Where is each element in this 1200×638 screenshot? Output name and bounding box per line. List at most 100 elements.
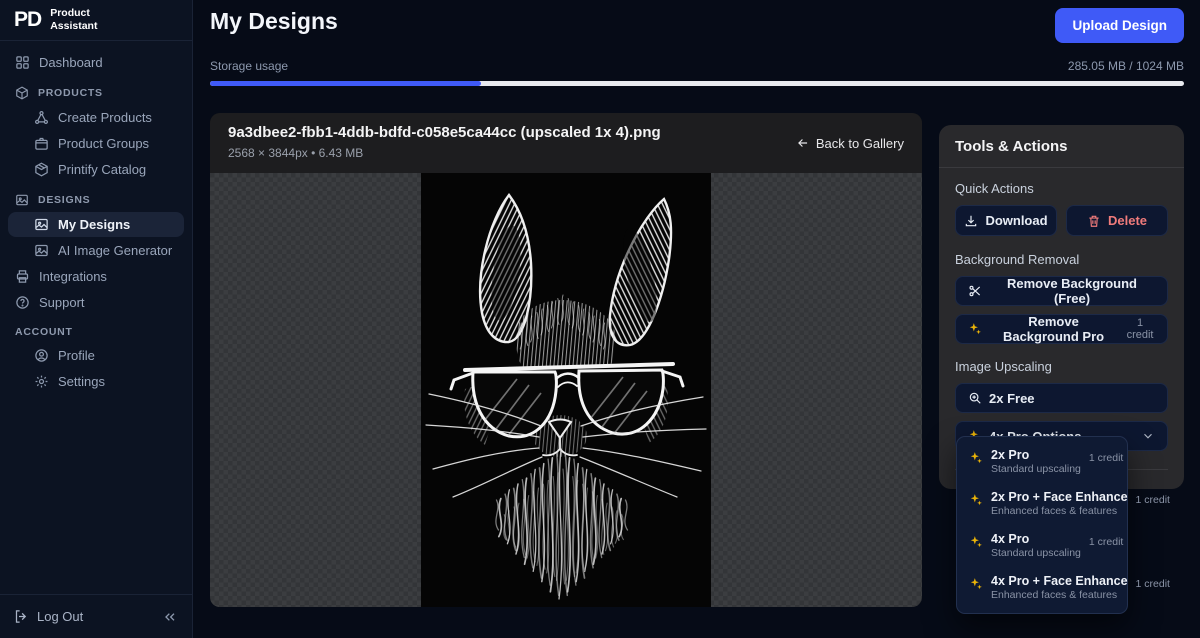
brand: PD Product Assistant [0,0,192,41]
upscale-2x-free-label: 2x Free [989,390,1035,406]
sidebar-section-account: ACCOUNT [8,316,184,342]
upscale-option-title: 2x Pro [991,448,1030,462]
gear-icon [34,374,49,389]
image-upscaling-label: Image Upscaling [955,359,1052,374]
image-icon [34,217,49,232]
storage-label: Storage usage [210,59,289,73]
sidebar-item-label: ACCOUNT [15,326,73,338]
cube-icon [15,86,29,100]
box-icon [34,136,49,151]
sidebar: PD Product Assistant Dashboard PRODUCTS Cr… [0,0,193,638]
sidebar-item-label: AI Image Generator [58,243,173,258]
sidebar-item-label: PRODUCTS [38,87,103,99]
upload-design-button[interactable]: Upload Design [1055,8,1184,43]
chevron-down-icon [1141,429,1155,443]
upscale-option-title: 2x Pro + Face Enhance [991,489,1128,504]
upscale-option-4x-pro[interactable]: 4x Pro Standard upscaling 1 credit [961,525,1123,567]
sidebar-item-label: Integrations [39,269,107,284]
upscale-option-subtitle: Standard upscaling [991,547,1081,560]
remove-background-pro-button[interactable]: Remove Background Pro 1 credit [955,314,1168,344]
collapse-sidebar-icon[interactable] [162,609,178,625]
grid-icon [15,55,30,70]
help-icon [15,295,30,310]
printer-icon [15,269,30,284]
user-icon [34,348,49,363]
sidebar-nav: Dashboard PRODUCTS Create Products Product … [0,41,192,594]
sidebar-item-label: Product Groups [58,136,150,151]
credit-badge: 1 credit [1088,535,1124,548]
sparkles-icon [969,451,983,465]
delete-button[interactable]: Delete [1066,205,1168,236]
scissors-icon [968,284,982,298]
quick-actions-label: Quick Actions [955,181,1034,196]
trash-icon [1087,214,1101,228]
tools-actions-panel: Tools & Actions Quick Actions Download D… [939,125,1184,489]
credit-badge: 1 credit [1135,577,1170,590]
logout-label: Log Out [37,609,84,624]
upscale-option-title: 4x Pro [991,531,1030,546]
background-removal-label: Background Removal [955,252,1080,267]
sidebar-item-label: Profile [58,348,95,363]
sidebar-item-dashboard[interactable]: Dashboard [8,50,184,75]
viewer-header: 9a3dbee2-fbb1-4ddb-bdfd-c058e5ca44cc (up… [210,113,922,173]
sidebar-item-profile[interactable]: Profile [8,343,184,368]
sidebar-item-settings[interactable]: Settings [8,369,184,394]
sidebar-item-create-products[interactable]: Create Products [8,105,184,130]
sidebar-item-label: Dashboard [39,55,103,70]
sidebar-item-my-designs[interactable]: My Designs [8,212,184,237]
sidebar-item-printify-catalog[interactable]: Printify Catalog [8,157,184,182]
nodes-icon [34,110,49,125]
upscale-option-4x-pro-face-enhance[interactable]: 4x Pro + Face Enhance Enhanced faces & fe… [961,567,1170,609]
storage-value: 285.05 MB / 1024 MB [1067,59,1184,73]
app-name-line1: Product [50,7,90,20]
upscale-2x-free-button[interactable]: 2x Free [955,383,1168,413]
rabbit-artwork [421,173,711,607]
app-logo: PD [14,8,42,31]
sidebar-item-label: My Designs [58,217,131,232]
sidebar-item-label: DESIGNS [38,194,91,206]
logout-button[interactable]: Log Out [14,609,83,624]
zoom-in-icon [968,391,982,405]
upscale-option-title: 4x Pro + Face Enhance [991,573,1128,588]
sidebar-item-label: Support [39,295,85,310]
sidebar-item-label: Settings [58,374,105,389]
file-meta: 2568 × 3844px • 6.43 MB [228,146,364,160]
upscale-option-2x-pro[interactable]: 2x Pro Standard upscaling 1 credit [961,441,1123,483]
main-content: My Designs Upload Design Storage usage 2… [193,0,1200,638]
design-image [421,173,711,607]
back-to-gallery-link[interactable]: Back to Gallery [796,136,904,151]
download-label: Download [985,213,1048,228]
back-to-gallery-label: Back to Gallery [815,135,904,151]
storage-usage: Storage usage 285.05 MB / 1024 MB [210,59,1184,86]
arrow-left-icon [796,136,810,150]
upscale-option-subtitle: Enhanced faces & features [991,505,1118,518]
download-button[interactable]: Download [955,205,1057,236]
sidebar-item-ai-image-generator[interactable]: AI Image Generator [8,238,184,263]
credit-badge: 1 credit [1126,317,1154,341]
storage-progress-bar [210,81,1184,86]
delete-label: Delete [1107,213,1148,228]
sparkles-icon [969,577,983,591]
tools-panel-title: Tools & Actions [939,125,1184,168]
sidebar-item-product-groups[interactable]: Product Groups [8,131,184,156]
sidebar-item-support[interactable]: Support [8,290,184,315]
download-icon [964,214,978,228]
upscale-option-subtitle: Standard upscaling [991,463,1081,476]
app-name: Product Assistant [50,7,97,32]
sparkles-icon [969,535,983,549]
image-icon [15,193,29,207]
sidebar-section-products: PRODUCTS [8,76,184,104]
logout-bar: Log Out [0,594,192,638]
sparkles-icon [969,493,983,507]
sidebar-item-label: Printify Catalog [58,162,147,177]
upscale-options-menu: 2x Pro Standard upscaling 1 credit 2x Pro +… [956,436,1170,614]
sidebar-item-integrations[interactable]: Integrations [8,264,184,289]
page-header: My Designs Upload Design [210,8,1184,43]
app-name-line2: Assistant [50,20,98,32]
storage-progress-fill [210,81,481,86]
image-icon [34,243,49,258]
credit-badge: 1 credit [1135,493,1170,506]
sparkles-icon [968,322,982,336]
remove-background-free-button[interactable]: Remove Background (Free) [955,276,1168,306]
upscale-option-2x-pro-face-enhance[interactable]: 2x Pro + Face Enhance Enhanced faces & fe… [961,483,1170,525]
